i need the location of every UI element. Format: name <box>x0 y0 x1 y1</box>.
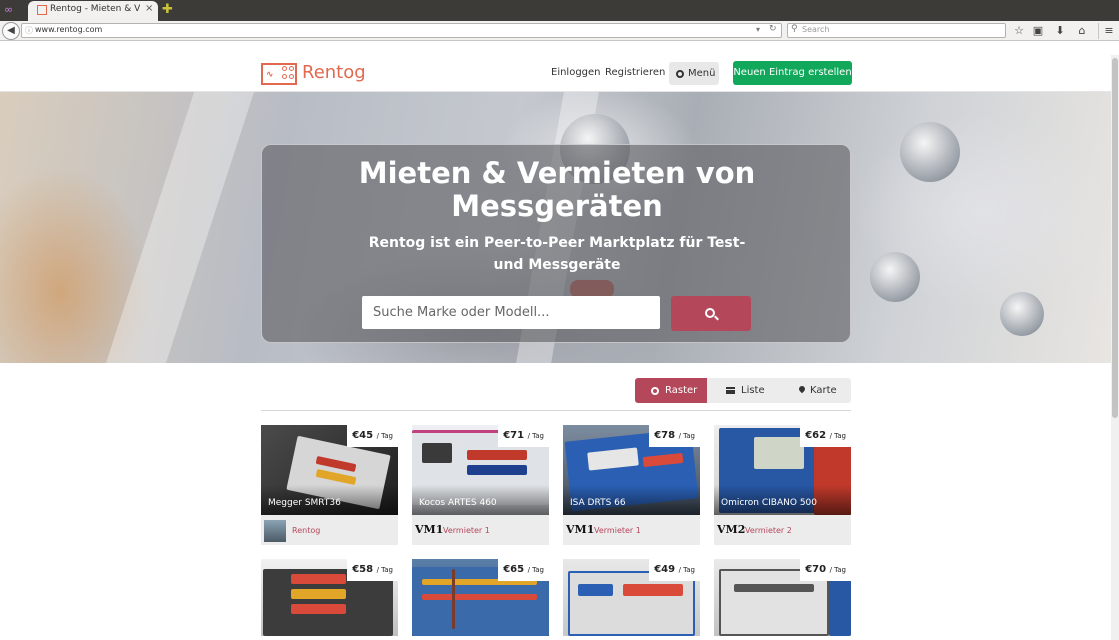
back-icon[interactable]: ◀ <box>2 22 20 40</box>
page-scrollbar-thumb[interactable] <box>1112 58 1118 418</box>
hero-subtitle: Rentog ist ein Peer-to-Peer Marktplatz f… <box>368 235 746 273</box>
browser-tab[interactable]: Rentog - Mieten & V... × <box>28 1 158 21</box>
browser-nav-bar: ◀ ⓘ www.rentog.com ▾ ↻ ⚲ Search ☆ ▣ ⬇ ⌂ … <box>0 21 1119 41</box>
view-list-label: Liste <box>741 385 765 396</box>
map-pin-icon <box>797 384 807 394</box>
owner-badge[interactable]: VM2 <box>717 523 745 536</box>
owner-badge[interactable]: VM1 <box>566 523 594 536</box>
logo-text: Rentog <box>302 62 366 83</box>
listing-card[interactable]: €62 / Tag Omicron CIBANO 500 VM2 Vermiet… <box>714 425 851 545</box>
login-link[interactable]: Einloggen <box>551 67 601 78</box>
menu-label: Menü <box>688 68 716 79</box>
site-info-icon[interactable]: ⓘ <box>25 25 33 36</box>
listing-price: €78 / Tag <box>649 425 700 447</box>
listing-title[interactable]: Kocos ARTES 460 <box>419 498 497 508</box>
view-list-button[interactable]: Liste <box>707 378 779 403</box>
listing-card[interactable]: €65 / Tag <box>412 559 549 636</box>
logo-mark-icon: ∿ <box>261 63 297 85</box>
search-input[interactable] <box>362 296 660 329</box>
reload-icon[interactable]: ↻ <box>769 24 777 34</box>
listing-card[interactable]: €78 / Tag ISA DRTS 66 VM1 Vermieter 1 <box>563 425 700 545</box>
browser-search-bar[interactable]: ⚲ Search <box>787 23 1006 38</box>
hero-panel: Mieten & Vermieten von Messgeräten Rento… <box>261 144 851 343</box>
listing-owner[interactable]: VM1 Vermieter 1 <box>412 515 549 545</box>
listing-card[interactable]: €58 / Tag <box>261 559 398 636</box>
owner-name[interactable]: Rentog <box>292 526 320 535</box>
listing-price: €45 / Tag <box>347 425 398 447</box>
site-header: ∿ Rentog Einloggen Registrieren Menü Neu… <box>0 55 1119 92</box>
tab-close-icon[interactable]: × <box>145 3 153 14</box>
view-map-button[interactable]: Karte <box>779 378 851 403</box>
register-link[interactable]: Registrieren <box>605 67 665 78</box>
listing-price: €65 / Tag <box>498 559 549 581</box>
bookmark-star-icon[interactable]: ☆ <box>1012 24 1026 38</box>
download-icon[interactable]: ⬇ <box>1053 24 1067 38</box>
menu-circle-icon <box>676 70 684 78</box>
tab-title: Rentog - Mieten & V... <box>50 4 140 14</box>
view-map-label: Karte <box>810 385 837 396</box>
reading-list-icon[interactable]: ▣ <box>1031 24 1045 38</box>
view-grid-button[interactable]: Raster <box>635 378 707 403</box>
browser-tab-bar: ∞ Rentog - Mieten & V... × ✚ <box>0 0 1119 21</box>
toolbar-separator <box>1098 23 1099 39</box>
listing-price: €62 / Tag <box>800 425 851 447</box>
owner-name[interactable]: Vermieter 1 <box>443 526 490 535</box>
private-browsing-icon: ∞ <box>4 3 14 16</box>
owner-badge[interactable]: VM1 <box>415 523 443 536</box>
search-icon: ⚲ <box>791 24 798 34</box>
browser-search-placeholder[interactable]: Search <box>802 25 829 34</box>
hero-background-streak <box>105 92 255 363</box>
hero-background-knob <box>870 252 920 302</box>
listing-owner[interactable]: Rentog <box>261 515 398 545</box>
new-tab-icon[interactable]: ✚ <box>162 2 173 17</box>
listing-price: €70 / Tag <box>800 559 851 581</box>
home-icon[interactable]: ⌂ <box>1075 24 1089 38</box>
listing-owner[interactable]: VM2 Vermieter 2 <box>714 515 851 545</box>
section-divider <box>261 410 851 411</box>
listing-owner[interactable]: VM1 Vermieter 1 <box>563 515 700 545</box>
url-dropdown-icon[interactable]: ▾ <box>756 25 760 34</box>
url-bar[interactable]: ⓘ www.rentog.com ▾ ↻ <box>21 23 782 38</box>
owner-avatar[interactable] <box>264 520 286 542</box>
listing-title[interactable]: Megger SMRT36 <box>268 498 341 508</box>
listing-title[interactable]: Omicron CIBANO 500 <box>721 498 817 508</box>
create-listing-button[interactable]: Neuen Eintrag erstellen <box>733 61 852 85</box>
hero-background-knob <box>900 122 960 182</box>
hero-banner: Mieten & Vermieten von Messgeräten Rento… <box>0 92 1119 363</box>
hero-title: Mieten & Vermieten von Messgeräten <box>358 156 756 223</box>
grid-circle-icon <box>651 387 659 395</box>
tab-favicon-icon <box>37 5 47 15</box>
view-toggle: Raster Liste Karte <box>635 378 851 403</box>
owner-name[interactable]: Vermieter 1 <box>594 526 641 535</box>
listing-title[interactable]: ISA DRTS 66 <box>570 498 626 508</box>
search-icon <box>705 308 715 318</box>
listing-card[interactable]: €71 / Tag Kocos ARTES 460 VM1 Vermieter … <box>412 425 549 545</box>
list-icon <box>726 387 735 394</box>
hamburger-menu-icon[interactable]: ≡ <box>1102 24 1116 38</box>
listing-price: €71 / Tag <box>498 425 549 447</box>
search-button[interactable] <box>671 296 751 331</box>
listing-card[interactable]: €49 / Tag <box>563 559 700 636</box>
listing-price: €49 / Tag <box>649 559 700 581</box>
rentog-logo[interactable]: ∿ Rentog <box>261 61 381 85</box>
listing-card[interactable]: €45 / Tag Megger SMRT36 Rentog <box>261 425 398 545</box>
listing-price: €58 / Tag <box>347 559 398 581</box>
url-text[interactable]: www.rentog.com <box>35 25 102 34</box>
view-grid-label: Raster <box>665 385 698 396</box>
owner-name[interactable]: Vermieter 2 <box>745 526 792 535</box>
listing-card[interactable]: €70 / Tag <box>714 559 851 636</box>
menu-button[interactable]: Menü <box>669 62 719 85</box>
hero-background-knob <box>1000 292 1044 336</box>
